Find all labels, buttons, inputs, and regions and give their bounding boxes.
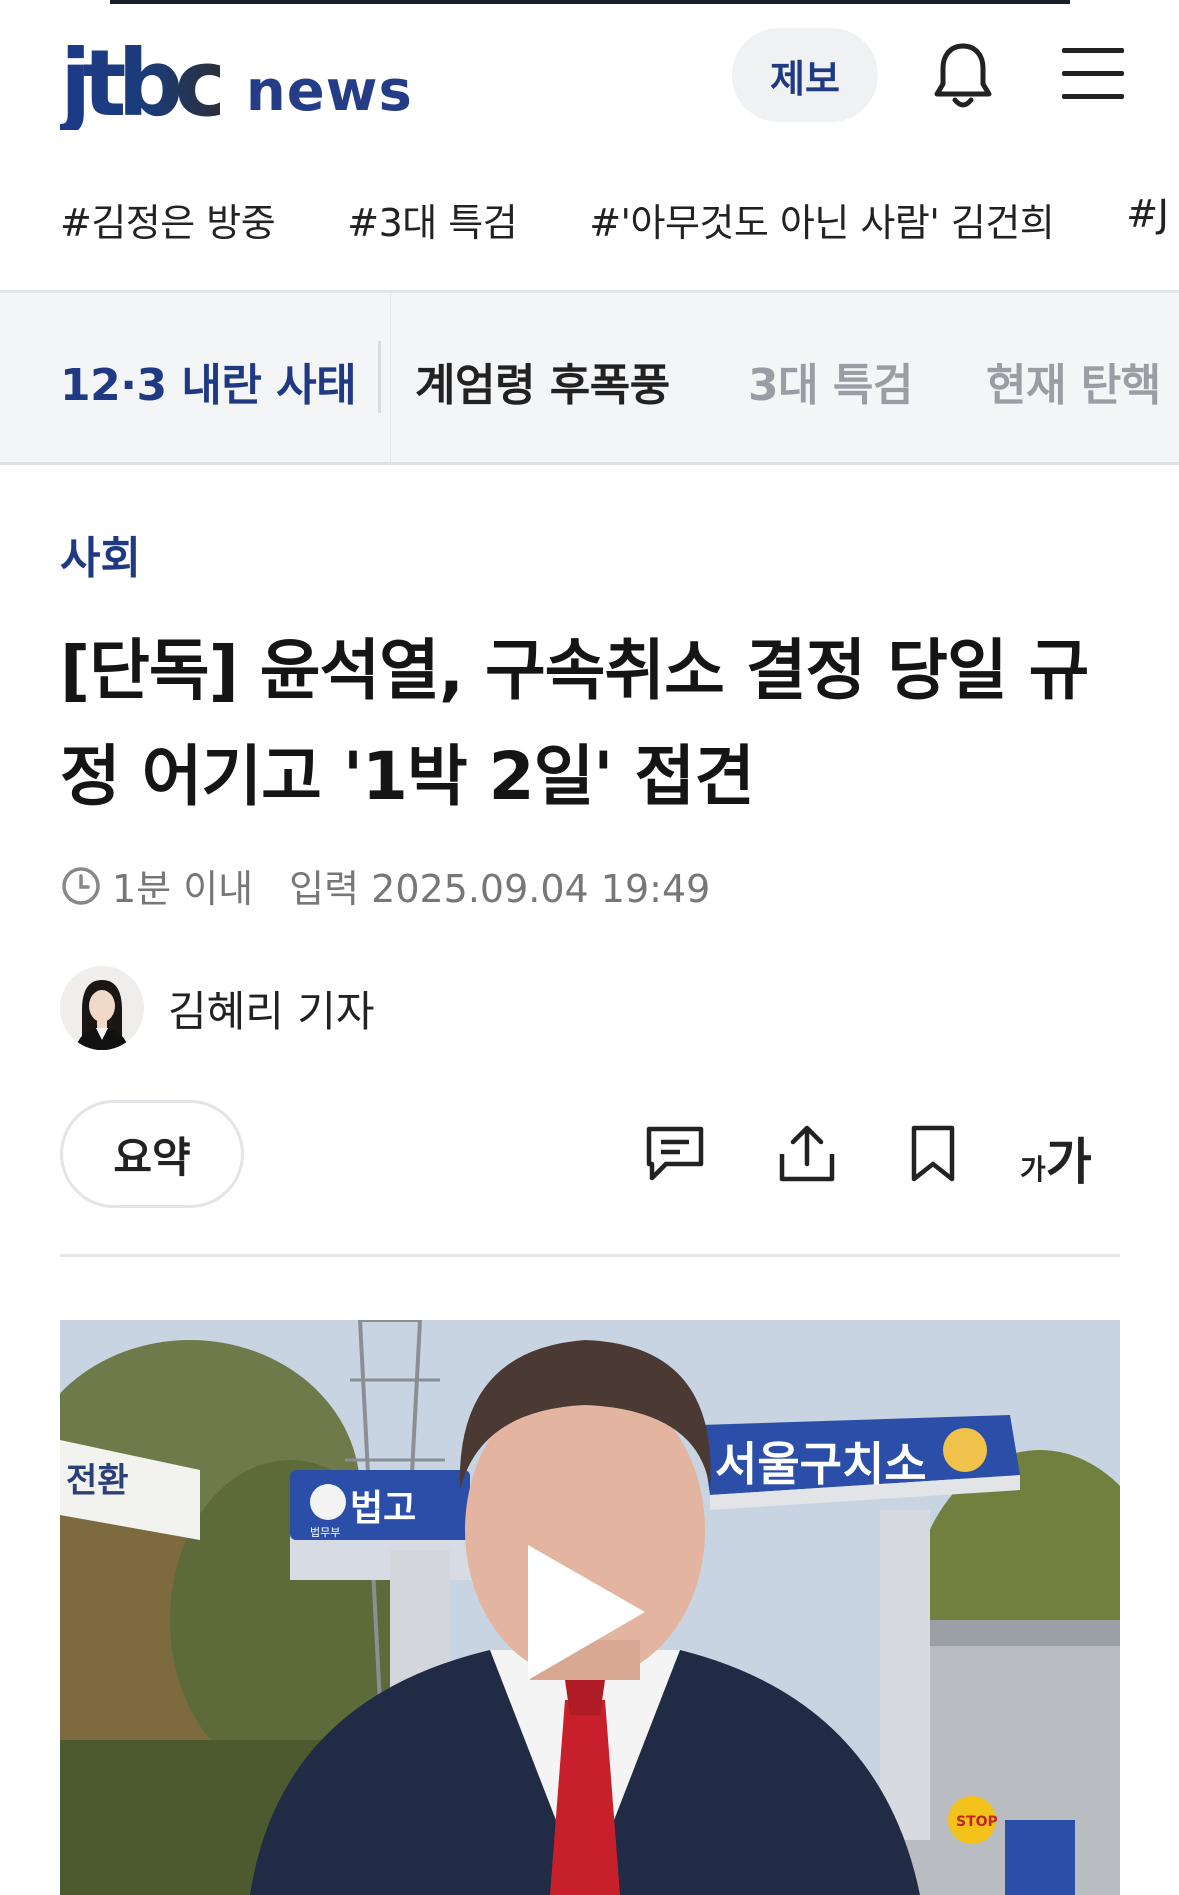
hashtag-item[interactable]: #J xyxy=(1126,192,1169,252)
font-small-glyph: 가 xyxy=(1020,1153,1046,1186)
jtbc-news-logo[interactable]: jtbc news xyxy=(60,30,413,130)
category-separator xyxy=(378,341,381,413)
category-tab[interactable]: 현재 탄핵 xyxy=(986,349,1161,413)
share-icon[interactable] xyxy=(776,1124,838,1184)
stop-sign-text: STOP xyxy=(956,1814,998,1830)
video-player[interactable]: 전환 법고 법무부 서울구치소 STOP xyxy=(60,1320,1120,1895)
article-meta: 1분 이내 입력 2025.09.04 19:49 xyxy=(60,858,710,913)
side-sign-text: 전환 xyxy=(66,1461,129,1501)
gate-sign-left: 법고 xyxy=(350,1488,416,1529)
hashtag-item[interactable]: #'아무것도 아닌 사람' 김건희 xyxy=(589,192,1055,252)
hashtag-item[interactable]: #김정은 방중 xyxy=(60,192,276,252)
font-size-icon[interactable]: 가가 xyxy=(1020,1122,1092,1194)
gate-sign-right: 서울구치소 xyxy=(715,1437,927,1491)
category-nav: 12·3 내란 사태 계엄령 후폭풍 3대 특검 현재 탄핵 xyxy=(0,293,1179,463)
clock-icon xyxy=(62,866,100,905)
bell-icon[interactable] xyxy=(930,40,996,112)
category-tab[interactable]: 계엄령 후폭풍 xyxy=(415,349,670,413)
hashtag-list: #김정은 방중 #3대 특검 #'아무것도 아닌 사람' 김건희 #J xyxy=(60,192,1179,252)
author-name: 김혜리 기자 xyxy=(168,986,375,1036)
site-header: jtbc news 제보 xyxy=(0,0,1179,150)
summary-button[interactable]: 요약 xyxy=(60,1100,244,1208)
comment-icon[interactable] xyxy=(644,1124,706,1184)
gate-sign-left-small: 법무부 xyxy=(310,1526,340,1539)
section-label[interactable]: 사회 xyxy=(60,522,141,586)
font-large-glyph: 가 xyxy=(1045,1133,1092,1191)
category-tab[interactable]: 3대 특검 xyxy=(748,349,913,413)
category-tab-active[interactable]: 12·3 내란 사태 xyxy=(60,349,357,413)
article-title-line: 정 어기고 '1박 2일' 접견 xyxy=(60,738,755,815)
report-button[interactable]: 제보 xyxy=(732,28,878,122)
menu-icon[interactable] xyxy=(1062,48,1126,100)
article-title: [단독] 윤석열, 구속취소 결정 당일 규 정 어기고 '1박 2일' 접견 xyxy=(60,618,1120,830)
bookmark-icon[interactable] xyxy=(908,1124,958,1184)
avatar xyxy=(60,966,144,1050)
time-ago: 1분 이내 xyxy=(112,867,254,911)
author-info[interactable]: 김혜리 기자 xyxy=(60,966,375,1050)
video-thumbnail: 전환 법고 법무부 서울구치소 STOP xyxy=(60,1320,1120,1895)
logo-news-text: news xyxy=(245,59,413,124)
category-separator xyxy=(390,293,391,463)
divider xyxy=(60,1254,1120,1257)
publish-date: 입력 2025.09.04 19:49 xyxy=(289,867,711,911)
divider xyxy=(0,462,1179,465)
logo-jtbc-text: jtbc xyxy=(60,30,229,137)
hashtag-item[interactable]: #3대 특검 xyxy=(347,192,517,252)
article-title-line: [단독] 윤석열, 구속취소 결정 당일 규 xyxy=(60,632,1089,709)
